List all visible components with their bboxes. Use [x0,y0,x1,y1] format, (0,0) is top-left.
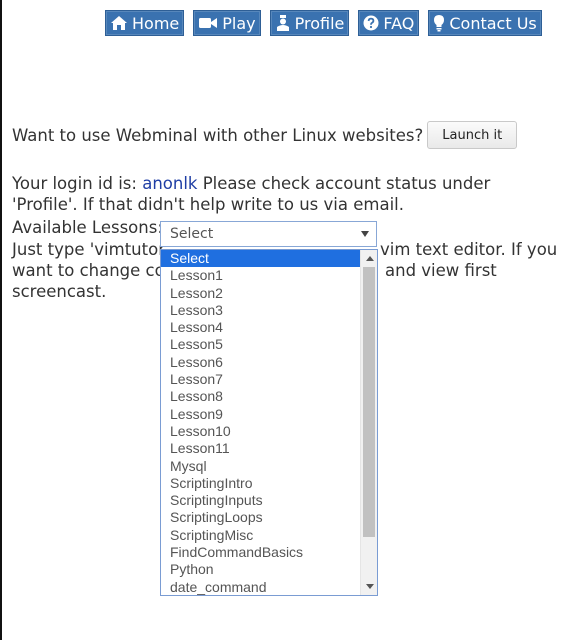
dropdown-scrollbar[interactable] [360,250,377,595]
question-circle-icon [363,15,379,31]
instructions-line3: screencast. [12,282,107,301]
user-icon [276,15,289,31]
lesson-option[interactable]: Lesson4 [161,319,361,336]
lesson-option[interactable]: ScriptingLoops [161,509,361,526]
lesson-option[interactable]: ScriptingInputs [161,492,361,509]
home-icon [111,16,127,30]
instructions-line2-end: and view first [385,261,497,280]
lightbulb-icon [434,15,445,32]
intro-row: Want to use Webminal with other Linux we… [12,120,560,150]
lesson-option[interactable]: Mysql [161,458,361,475]
nav-play-button[interactable]: Play [193,10,261,36]
login-paragraph: Your login id is: anonlk Please check ac… [12,173,560,215]
nav-home-button[interactable]: Home [105,10,185,36]
lesson-option[interactable]: Lesson10 [161,423,361,440]
lesson-option[interactable]: Lesson3 [161,302,361,319]
instructions-line1-end: vim text editor. If you [380,240,558,259]
scrollbar-thumb[interactable] [363,267,375,537]
login-prefix: Your login id is: [12,174,143,193]
lessons-select-value: Select [170,225,214,242]
lessons-dropdown-list[interactable]: Select Lesson1 Lesson2 Lesson3 Lesson4 Lesson… [160,249,378,596]
lesson-option[interactable]: Lesson7 [161,371,361,388]
scroll-down-arrow-icon[interactable] [366,584,374,589]
lesson-option[interactable]: Lesson2 [161,285,361,302]
nav-contact-button[interactable]: Contact Us [428,10,542,36]
lessons-options: Select Lesson1 Lesson2 Lesson3 Lesson4 Lesson… [161,250,361,595]
scroll-up-arrow-icon[interactable] [366,256,374,261]
lesson-option[interactable]: FindCommandBasics [161,544,361,561]
chevron-down-icon [361,231,369,237]
lesson-option[interactable]: Lesson6 [161,354,361,371]
video-camera-icon [199,18,218,28]
lesson-option[interactable]: Select [161,250,361,268]
top-nav: Home Play Profile FAQ Contact Us [105,10,542,36]
nav-play-label: Play [222,13,256,33]
lesson-option[interactable]: Lesson11 [161,440,361,457]
instructions-line1-start: Just type 'vimtutor [12,240,165,259]
lesson-option[interactable]: Lesson9 [161,406,361,423]
nav-faq-button[interactable]: FAQ [358,10,420,36]
lesson-option[interactable]: Lesson8 [161,388,361,405]
instructions-line2-start: want to change col [12,261,170,280]
lesson-option[interactable]: ScriptingIntro [161,475,361,492]
nav-profile-label: Profile [294,13,345,33]
nav-contact-label: Contact Us [449,13,537,33]
login-id-link[interactable]: anonlk [142,174,197,193]
lesson-option[interactable]: ScriptingMisc [161,527,361,544]
lessons-label: Available Lessons: [12,217,163,237]
lessons-select[interactable]: Select [160,221,377,247]
lesson-option[interactable]: Lesson1 [161,267,361,284]
lesson-option[interactable]: Python [161,561,361,578]
lesson-option[interactable]: date_command [161,579,361,595]
nav-profile-button[interactable]: Profile [269,10,350,36]
nav-faq-label: FAQ [383,13,415,33]
nav-home-label: Home [132,13,180,33]
page-left-border [0,0,2,640]
launch-button[interactable]: Launch it [427,121,518,149]
intro-question: Want to use Webminal with other Linux we… [12,125,424,145]
lesson-option[interactable]: Lesson5 [161,336,361,353]
